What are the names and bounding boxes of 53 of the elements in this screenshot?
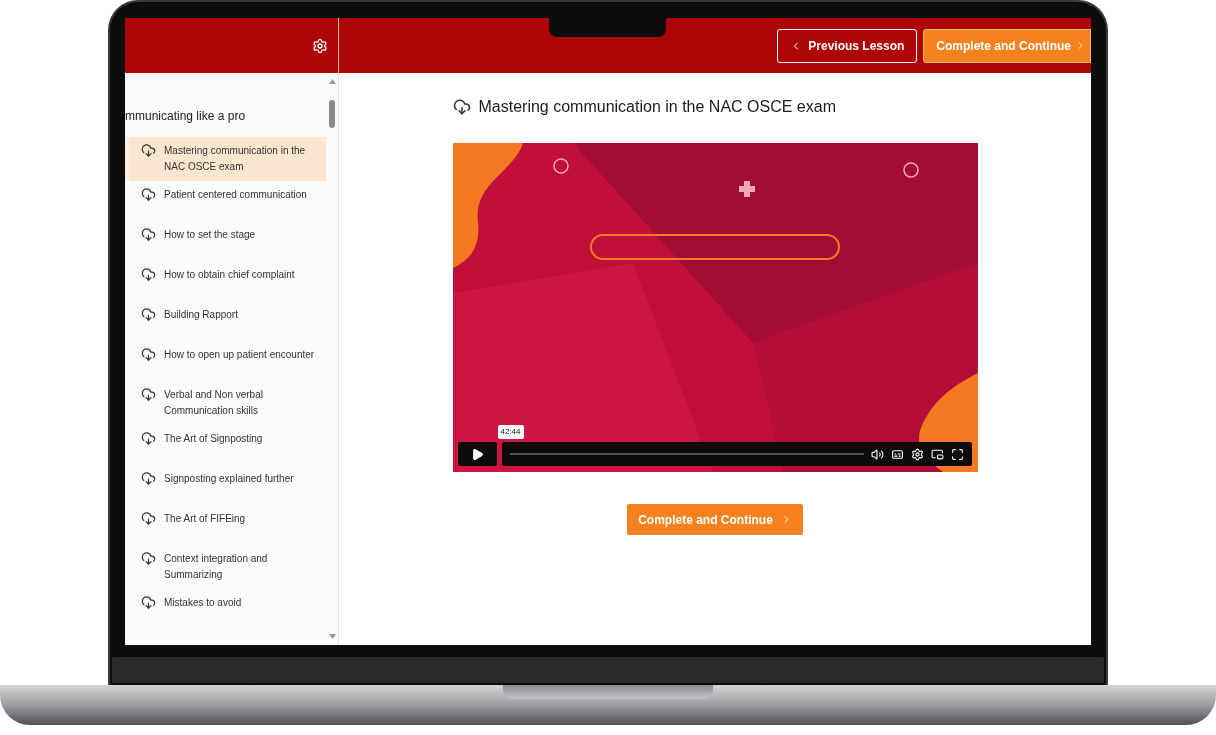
lesson-title: Mastering communication in the NAC OSCE exam	[164, 144, 307, 174]
lesson-item[interactable]: How to set the stage	[125, 221, 326, 261]
cloud-download-icon	[141, 387, 156, 402]
cloud-download-icon	[141, 551, 156, 566]
lesson-item[interactable]: Patient centered communication	[125, 181, 326, 221]
lesson-title: How to set the stage	[164, 228, 256, 242]
lesson-title: The Art of FIFEing	[164, 512, 246, 526]
captions-icon[interactable]	[890, 447, 904, 461]
cloud-download-icon	[141, 471, 156, 486]
lesson-title: Signposting explained further	[164, 472, 294, 486]
lesson-item[interactable]: How to open up patient encounter	[125, 341, 326, 381]
lesson-heading: Mastering communication in the NAC OSCE exam	[478, 97, 836, 117]
picture-in-picture-icon[interactable]	[930, 447, 944, 461]
scroll-down-icon[interactable]	[328, 634, 336, 639]
cloud-download-icon	[141, 511, 156, 526]
lesson-title: How to open up patient encounter	[164, 348, 315, 362]
lesson-item[interactable]: Verbal and Non verbal Communication skills	[125, 381, 326, 425]
cloud-download-icon	[141, 431, 156, 446]
previous-lesson-button[interactable]: Previous Lesson	[777, 28, 918, 63]
cloud-download-icon	[141, 307, 156, 322]
scroll-up-icon[interactable]	[328, 79, 336, 84]
cloud-download-icon	[141, 143, 156, 158]
scrollbar-thumb[interactable]	[329, 100, 335, 128]
lesson-title: Mistakes to avoid	[164, 596, 242, 610]
lesson-item[interactable]: How to obtain chief complaint	[125, 261, 326, 301]
cloud-download-icon	[141, 187, 156, 202]
play-button[interactable]	[457, 442, 497, 466]
lesson-title: How to obtain chief complaint	[164, 268, 295, 282]
cloud-download-icon	[452, 98, 471, 116]
cloud-download-icon	[141, 347, 156, 362]
video-player[interactable]: 42:44	[452, 143, 978, 472]
section-title: mmunicating like a pro	[125, 109, 246, 123]
lesson-title: Building Rapport	[164, 308, 238, 322]
lesson-item[interactable]: Signposting explained further	[125, 465, 326, 505]
lesson-item[interactable]: The Art of Signposting	[125, 425, 326, 465]
play-icon	[470, 447, 484, 461]
cloud-download-icon	[141, 227, 156, 242]
time-tooltip: 42:44	[497, 425, 524, 439]
cloud-download-icon	[141, 267, 156, 282]
lesson-item[interactable]: Context integration and Summarizing	[125, 545, 326, 589]
lesson-title: Patient centered communication	[164, 188, 307, 202]
fullscreen-icon[interactable]	[950, 447, 964, 461]
lesson-title: Context integration and Summarizing	[164, 552, 269, 582]
volume-icon[interactable]	[870, 447, 884, 461]
lesson-item[interactable]: Building Rapport	[125, 301, 326, 341]
settings-icon[interactable]	[312, 37, 328, 54]
lesson-item[interactable]: Mastering communication in the NAC OSCE exam	[125, 137, 326, 181]
lesson-item[interactable]: Mistakes to avoid	[125, 589, 326, 629]
cloud-download-icon	[141, 595, 156, 610]
lesson-item[interactable]: The Art of FIFEing	[125, 505, 326, 545]
settings-icon[interactable]	[910, 447, 924, 461]
lesson-title: Verbal and Non verbal Communication skills	[164, 388, 264, 418]
lesson-title: The Art of Signposting	[164, 432, 263, 446]
